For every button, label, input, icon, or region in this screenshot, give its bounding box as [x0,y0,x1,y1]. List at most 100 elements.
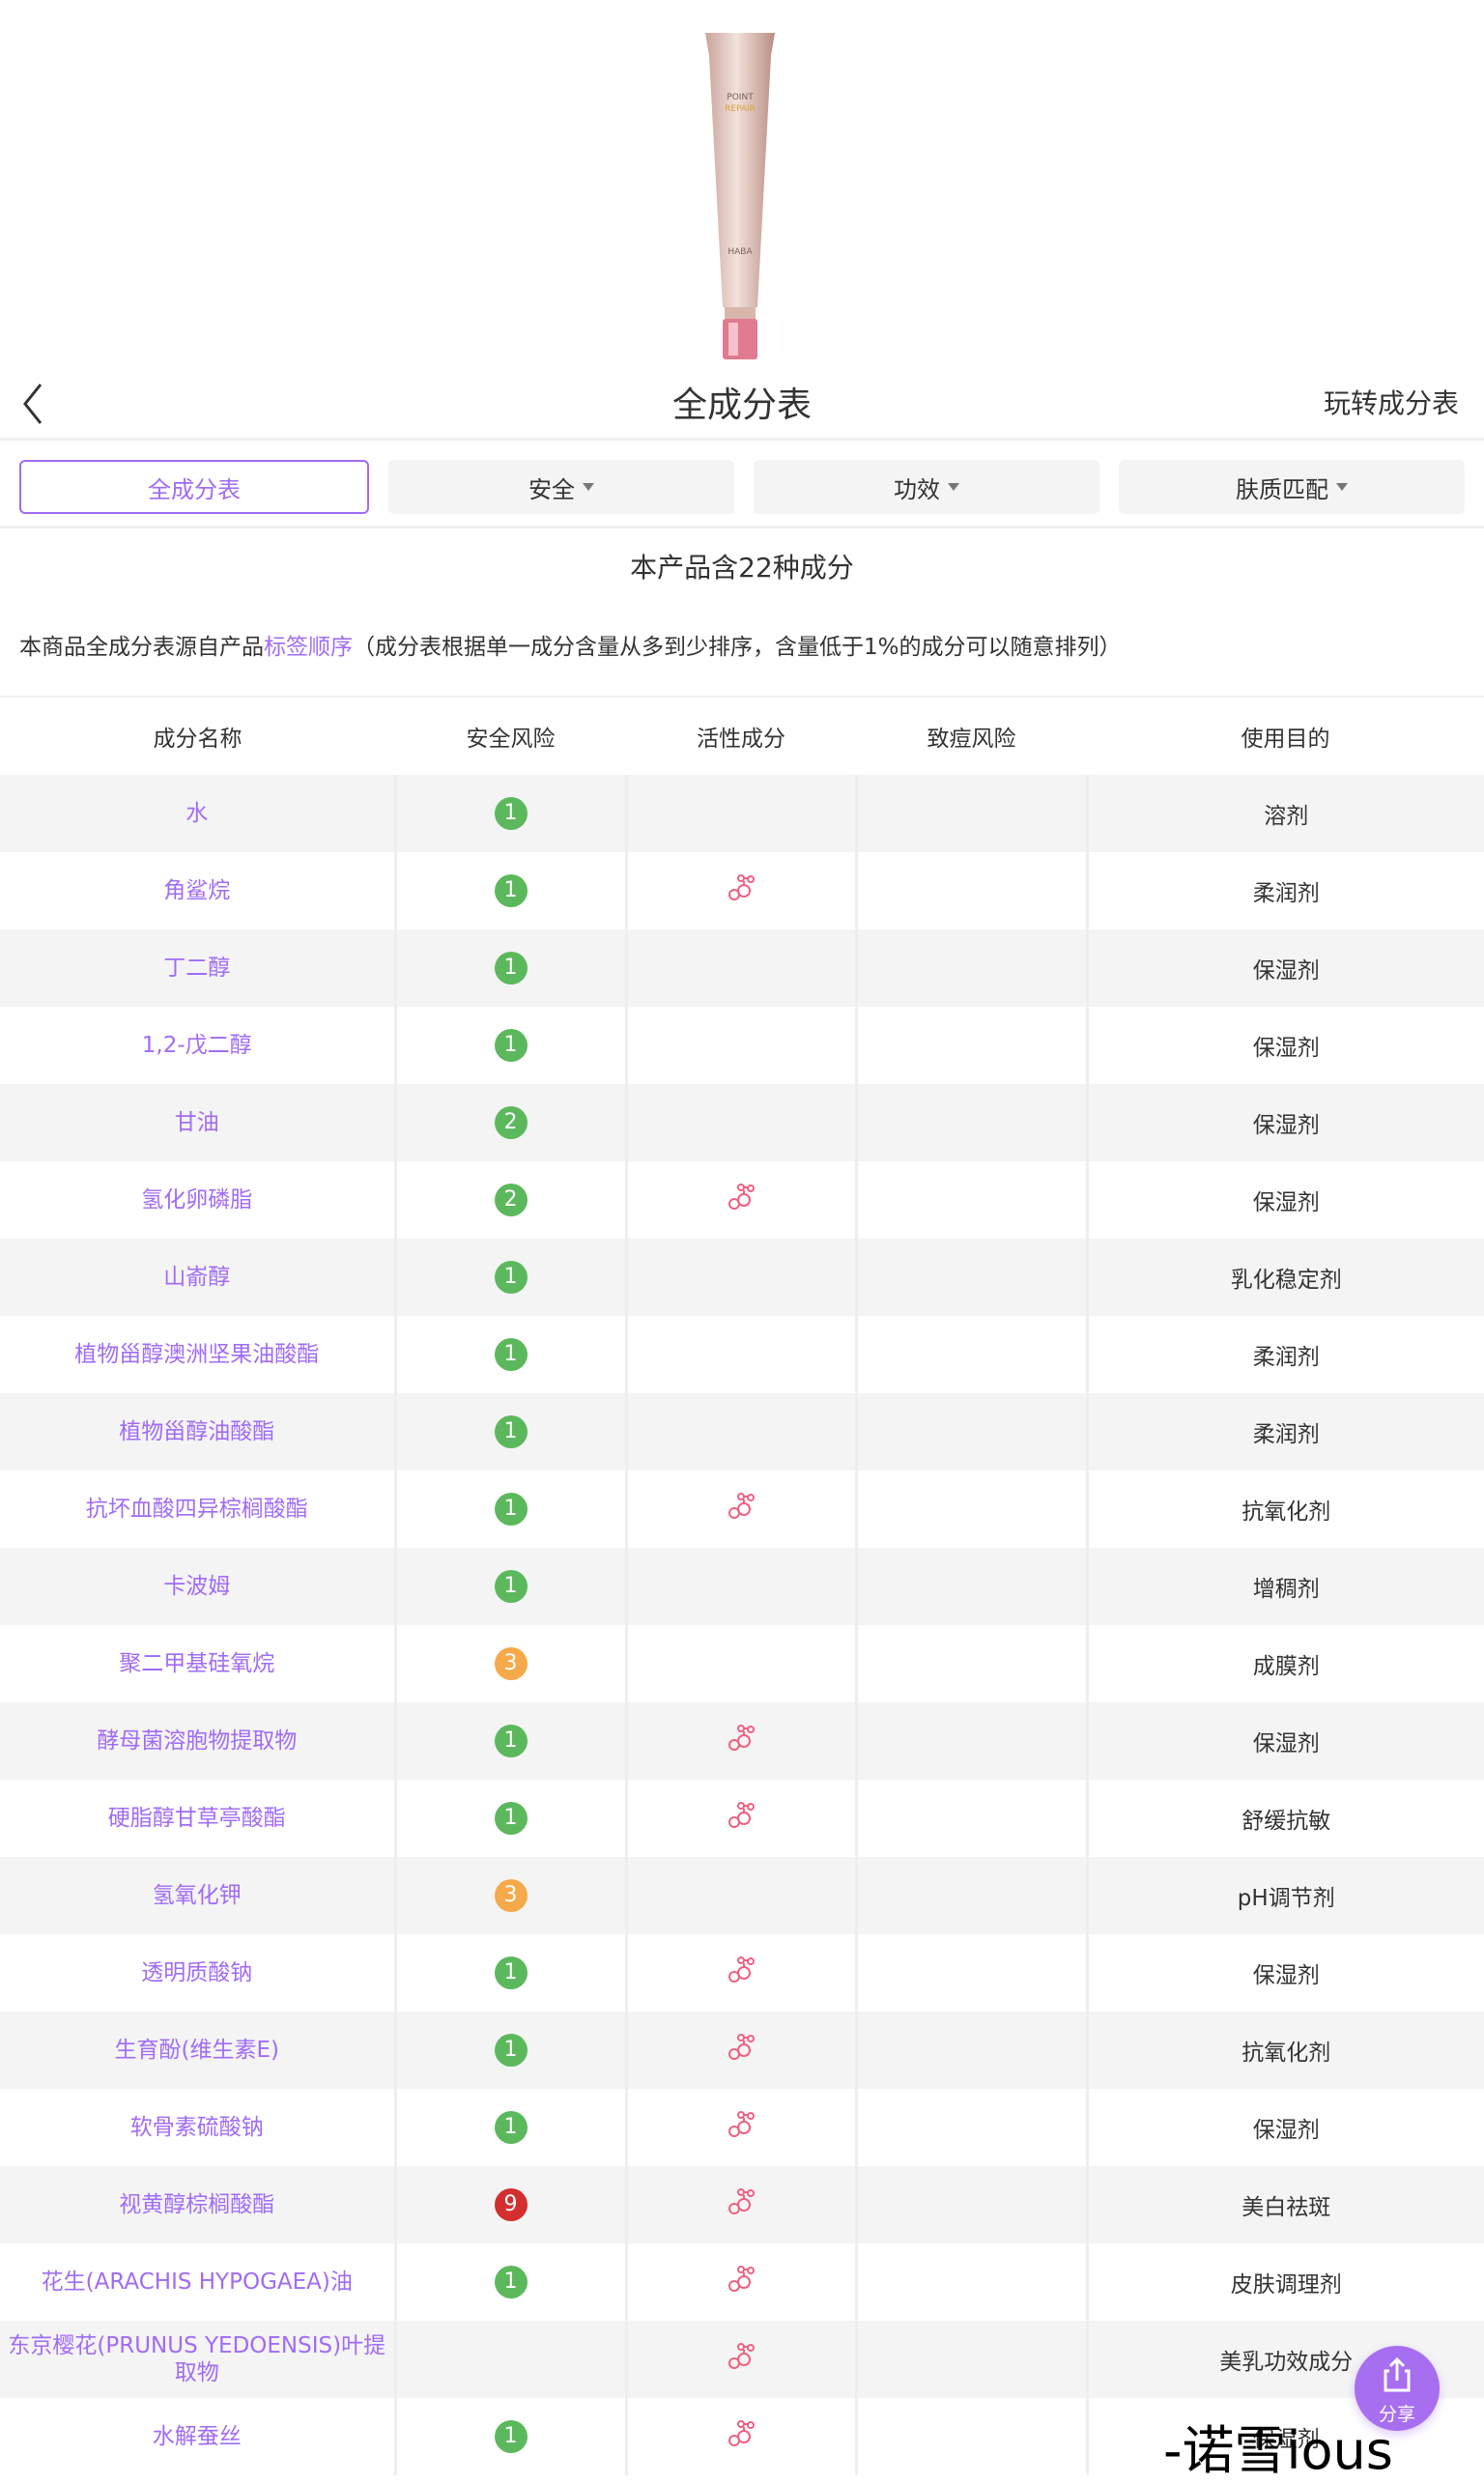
ingredient-name[interactable]: 甘油 [0,1109,394,1136]
table-row[interactable]: 抗坏血酸四异棕榈酸酯 1 抗氧化剂 [0,1470,1484,1548]
ingredient-name[interactable]: 山嵛醇 [0,1264,394,1291]
table-row[interactable]: 卡波姆 1 增稠剂 [0,1548,1484,1625]
acne-risk [854,1007,1087,1084]
note-text: （成分表根据单一成分含量从多到少排序，含量低于1%的成分可以随意排列） [353,635,1122,660]
table-row[interactable]: 植物甾醇油酸酯 1 柔润剂 [0,1393,1484,1470]
table-header: 成分名称 安全风险 活性成分 致痘风险 使用目的 [0,698,1484,775]
table-row[interactable]: 氢化卵磷脂 2 保湿剂 [0,1161,1484,1239]
table-row[interactable]: 氢氧化钾 3 pH调节剂 [0,1857,1484,1934]
filter-skin-type[interactable]: 肤质匹配 [1119,460,1465,514]
ingredient-name[interactable]: 酵母菌溶胞物提取物 [0,1727,394,1755]
purpose: 皮肤调理剂 [1085,2243,1484,2321]
ingredient-name[interactable]: 东京樱花(PRUNUS YEDOENSIS)叶提取物 [0,2332,394,2386]
ingredient-name[interactable]: 氢化卵磷脂 [0,1186,394,1213]
table-row[interactable]: 丁二醇 1 保湿剂 [0,929,1484,1007]
table-row[interactable]: 水 1 溶剂 [0,775,1484,852]
ingredient-name[interactable]: 花生(ARACHIS HYPOGAEA)油 [0,2269,394,2296]
active-ingredient-icon [728,1956,755,1983]
acne-risk [854,1239,1087,1316]
ingredient-name[interactable]: 生育酚(维生素E) [0,2037,394,2064]
ingredient-name[interactable]: 卡波姆 [0,1573,394,1600]
acne-risk [854,852,1087,929]
table-row[interactable]: 透明质酸钠 1 保湿剂 [0,1934,1484,2012]
risk-badge: 1 [494,2034,528,2067]
active-ingredient-icon [728,1725,755,1751]
ingredient-name[interactable]: 透明质酸钠 [0,1959,394,1986]
watermark: -诺雪ious [1163,2420,1393,2481]
table-row[interactable]: 植物甾醇澳洲坚果油酸酯 1 柔润剂 [0,1316,1484,1393]
purpose: 保湿剂 [1085,929,1484,1007]
table-row[interactable]: 酵母菌溶胞物提取物 1 保湿剂 [0,1702,1484,1780]
acne-risk [854,1548,1087,1625]
purpose: 美白祛斑 [1085,2166,1484,2243]
risk-badge: 1 [494,1029,528,1062]
ingredient-name[interactable]: 丁二醇 [0,955,394,982]
acne-risk [854,1084,1087,1161]
ingredient-name[interactable]: 软骨素硫酸钠 [0,2114,394,2141]
active-ingredient-icon [728,2266,755,2292]
tab-all-ingredients[interactable]: 全成分表 [19,460,369,514]
risk-badge: 3 [494,1647,528,1680]
purpose: 柔润剂 [1085,852,1484,929]
table-row[interactable]: 聚二甲基硅氧烷 3 成膜剂 [0,1625,1484,1702]
table-row[interactable]: 花生(ARACHIS HYPOGAEA)油 1 皮肤调理剂 [0,2243,1484,2321]
ingredient-name[interactable]: 聚二甲基硅氧烷 [0,1650,394,1677]
ingredient-name[interactable]: 植物甾醇油酸酯 [0,1418,394,1445]
risk-badge: 1 [494,952,528,985]
table-row[interactable]: 1,2-戊二醇 1 保湿剂 [0,1007,1484,1084]
ingredient-name[interactable]: 水 [0,800,394,827]
purpose: 柔润剂 [1085,1393,1484,1470]
ingredient-name[interactable]: 水解蚕丝 [0,2423,394,2450]
risk-badge: 1 [494,1415,528,1448]
guide-link[interactable]: 玩转成分表 [1324,383,1459,421]
risk-badge: 1 [494,2266,528,2298]
acne-risk [854,1470,1087,1548]
ingredient-name[interactable]: 角鲨烷 [0,877,394,904]
purpose: 抗氧化剂 [1085,1470,1484,1548]
col-safety: 安全风险 [466,727,556,752]
table-row[interactable]: 角鲨烷 1 柔润剂 [0,852,1484,929]
table-row[interactable]: 视黄醇棕榈酸酯 9 美白祛斑 [0,2166,1484,2243]
purpose: 成膜剂 [1085,1625,1484,1702]
filter-efficacy[interactable]: 功效 [754,460,1099,514]
purpose: 保湿剂 [1085,2089,1484,2166]
page-title: 全成分表 [671,385,812,425]
ingredient-name[interactable]: 氢氧化钾 [0,1882,394,1909]
purpose: 乳化稳定剂 [1085,1239,1484,1316]
acne-risk [854,1161,1087,1239]
caret-down-icon [948,483,959,491]
filter-safety[interactable]: 安全 [388,460,734,514]
ingredient-name[interactable]: 硬脂醇甘草亭酸酯 [0,1805,394,1832]
table-row[interactable]: 东京樱花(PRUNUS YEDOENSIS)叶提取物 美乳功效成分 [0,2321,1484,2398]
ingredient-name[interactable]: 抗坏血酸四异棕榈酸酯 [0,1496,394,1523]
table-row[interactable]: 生育酚(维生素E) 1 抗氧化剂 [0,2012,1484,2089]
risk-badge: 1 [494,797,528,830]
active-ingredient-icon [728,2034,755,2060]
table-row[interactable]: 山嵛醇 1 乳化稳定剂 [0,1239,1484,1316]
risk-badge: 1 [494,2111,528,2144]
svg-text:REPAIR: REPAIR [725,104,756,114]
ingredient-name[interactable]: 视黄醇棕榈酸酯 [0,2191,394,2218]
col-name: 成分名称 [153,727,243,752]
acne-risk [854,1316,1087,1393]
acne-risk [854,1625,1087,1702]
share-icon [1384,2356,1411,2392]
acne-risk [854,1934,1087,2012]
acne-risk [854,929,1087,1007]
purpose: 保湿剂 [1085,1007,1484,1084]
risk-badge: 1 [494,874,528,907]
purpose: pH调节剂 [1085,1857,1484,1934]
purpose: 保湿剂 [1085,1934,1484,2012]
table-row[interactable]: 甘油 2 保湿剂 [0,1084,1484,1161]
table-row[interactable]: 软骨素硫酸钠 1 保湿剂 [0,2089,1484,2166]
tab-label: 全成分表 [148,475,241,503]
purpose: 柔润剂 [1085,1316,1484,1393]
table-row[interactable]: 硬脂醇甘草亭酸酯 1 舒缓抗敏 [0,1780,1484,1857]
active-ingredient-icon [728,2420,755,2446]
ingredient-name[interactable]: 1,2-戊二醇 [0,1032,394,1059]
col-purpose: 使用目的 [1241,727,1330,752]
active-ingredient-icon [728,1184,755,1210]
label-order-link[interactable]: 标签顺序 [264,635,353,660]
purpose: 增稠剂 [1085,1548,1484,1625]
ingredient-name[interactable]: 植物甾醇澳洲坚果油酸酯 [0,1341,394,1368]
